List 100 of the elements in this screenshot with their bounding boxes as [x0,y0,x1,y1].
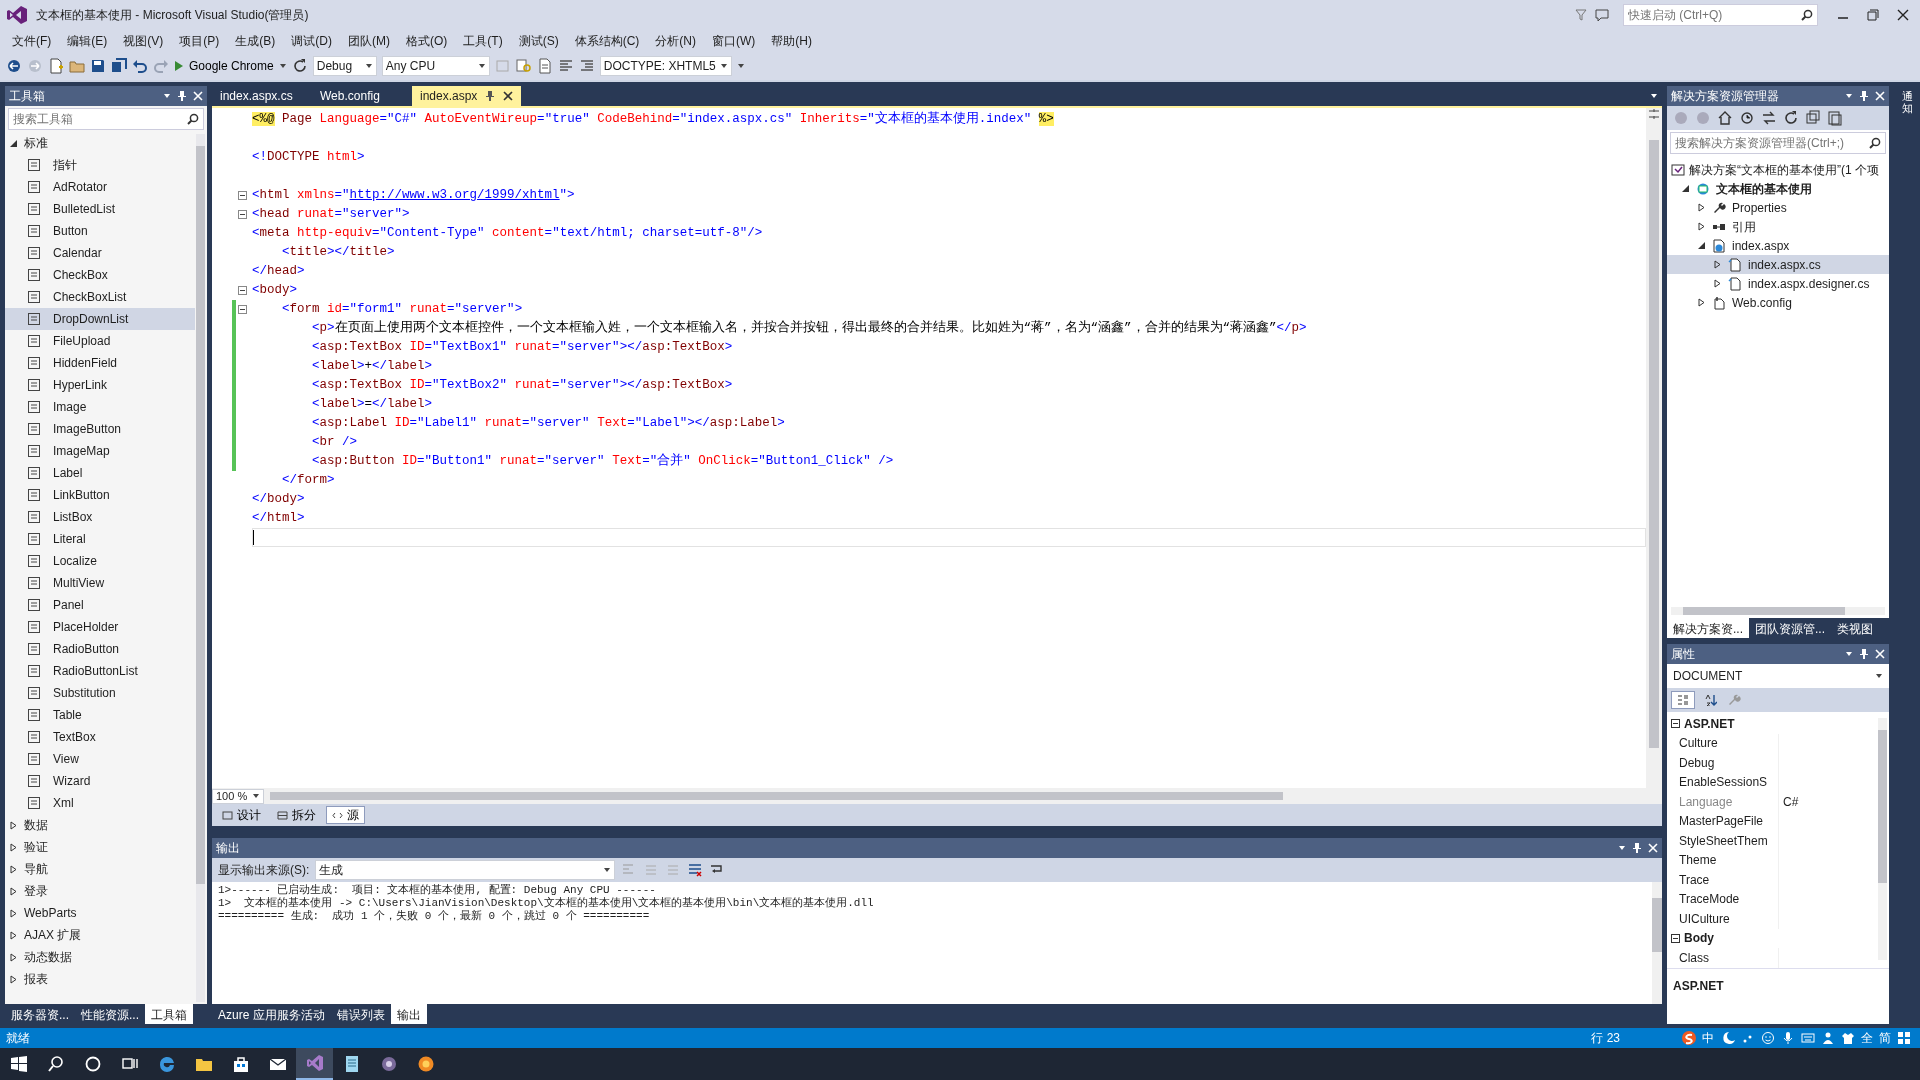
align-icon[interactable] [557,58,574,74]
search-field[interactable]: 搜索解决方案资源管理器(Ctrl+;) [1670,132,1886,154]
tree-item[interactable]: index.aspx [1667,236,1889,255]
collapse-icon[interactable] [238,305,247,314]
panel-tab[interactable]: 类视图 [1831,618,1880,638]
collapse-icon[interactable] [238,210,247,219]
smiley-icon[interactable] [1761,1031,1775,1045]
tree-item[interactable]: Properties [1667,198,1889,217]
grid-icon[interactable] [1897,1031,1911,1045]
collapse-icon[interactable] [238,191,247,200]
toolbox-item[interactable]: AdRotator [5,176,195,198]
undo-icon[interactable] [132,58,148,74]
menu-item[interactable]: 工具(T) [455,30,511,52]
toolbox-item[interactable]: Wizard [5,770,195,792]
expander-icon[interactable] [9,842,18,852]
toolbox-item[interactable]: Button [5,220,195,242]
panel-tab[interactable]: 团队资源管... [1749,618,1832,638]
expander-icon[interactable] [9,886,18,896]
toolbox-item[interactable]: HiddenField [5,352,195,374]
menu-item[interactable]: 项目(P) [171,30,228,52]
notifications-tab[interactable]: 通知 [1901,90,1913,1024]
expander-icon[interactable] [9,820,18,830]
zoom-dropdown[interactable]: 100 % [212,788,264,804]
expander-icon[interactable] [1697,298,1706,307]
panel-tab[interactable]: 服务器资... [5,1004,75,1024]
expander-icon[interactable] [9,952,18,962]
view-tab[interactable]: 拆分 [271,806,322,824]
category-label[interactable]: 验证 [24,838,48,856]
toolbox-item[interactable]: BulletedList [5,198,195,220]
ime-char-width[interactable]: 全 [1861,1029,1873,1047]
search-field[interactable]: 搜索工具箱 [8,108,204,130]
category-label[interactable]: AJAX 扩展 [24,926,82,944]
clear-all-icon[interactable] [687,862,704,878]
document-tab[interactable]: index.aspx.cs [212,86,312,106]
toolbox-item[interactable]: MultiView [5,572,195,594]
pin-icon[interactable] [1632,842,1642,854]
expander-icon[interactable] [9,974,18,984]
history-icon[interactable] [1739,110,1755,126]
expander-icon[interactable] [9,864,18,874]
expander-icon[interactable] [9,138,18,148]
view-tab[interactable]: 源 [326,806,365,824]
save-all-icon[interactable] [111,58,127,74]
menu-item[interactable]: 分析(N) [647,30,704,52]
platform-dropdown[interactable]: Any CPU [381,56,490,76]
collapse-all-icon[interactable] [1805,110,1821,126]
category-label[interactable]: 标准 [24,134,48,152]
menu-item[interactable]: 生成(B) [227,30,284,52]
pin-icon[interactable] [177,90,187,102]
menu-item[interactable]: 调试(D) [283,30,340,52]
toolbox-item[interactable]: Literal [5,528,195,550]
pin-icon[interactable] [485,90,496,102]
expander-icon[interactable] [1697,241,1706,250]
document-tab[interactable]: Web.config [312,86,412,106]
menu-item[interactable]: 格式(O) [398,30,456,52]
scrollbar[interactable] [196,134,205,1002]
toolbox-item[interactable]: Substitution [5,682,195,704]
tree-item[interactable]: 解决方案“文本框的基本使用”(1 个项 [1667,160,1889,179]
configuration-dropdown[interactable]: Debug [312,56,377,76]
menu-item[interactable]: 测试(S) [510,30,567,52]
microphone-icon[interactable] [1781,1031,1795,1045]
toolbox-item[interactable]: 指针 [5,154,195,176]
toolbox-item[interactable]: View [5,748,195,770]
menu-item[interactable]: 帮助(H) [763,30,820,52]
document-icon[interactable] [536,58,553,74]
expander-icon[interactable] [1713,279,1722,288]
toolbox-item[interactable]: TextBox [5,726,195,748]
expander-icon[interactable] [1697,222,1706,231]
category-label[interactable]: WebParts [24,904,77,922]
tree-item[interactable]: 文本框的基本使用 [1667,179,1889,198]
indent-icon[interactable] [578,58,595,74]
scrollbar[interactable] [1652,882,1662,1004]
save-icon[interactable] [90,58,106,74]
scrollbar[interactable] [1671,607,1885,615]
expander-icon[interactable] [9,908,18,918]
menu-item[interactable]: 团队(M) [340,30,398,52]
toolbox-item[interactable]: ImageButton [5,418,195,440]
split-icon[interactable] [1648,108,1660,120]
toolbox-item[interactable]: FileUpload [5,330,195,352]
tree-item[interactable]: index.aspx.cs [1667,255,1889,274]
ime-script[interactable]: 简 [1879,1029,1891,1047]
ime-logo-icon[interactable] [1680,1030,1698,1046]
panel-tab[interactable]: 解决方案资... [1667,618,1749,638]
toolbox-item[interactable]: CheckBox [5,264,195,286]
expander-icon[interactable] [1697,203,1706,212]
toolbox-item[interactable]: Localize [5,550,195,572]
refresh-icon[interactable] [1783,110,1799,126]
close-icon[interactable] [503,91,514,101]
folder-icon[interactable] [69,58,85,74]
category-label[interactable]: 数据 [24,816,48,834]
home-icon[interactable] [1717,110,1733,126]
toolbox-item[interactable]: PlaceHolder [5,616,195,638]
panel-tab[interactable]: 错误列表 [330,1004,391,1024]
refresh-icon[interactable] [291,58,308,74]
category-label[interactable]: 登录 [24,882,48,900]
filter-icon[interactable] [1575,9,1587,21]
tree-item[interactable]: Web.config [1667,293,1889,312]
panel-tab[interactable]: 工具箱 [145,1004,194,1024]
pin-icon[interactable] [1859,648,1869,660]
toolbox-item[interactable]: Table [5,704,195,726]
run-button[interactable]: Google Chrome [174,57,274,75]
